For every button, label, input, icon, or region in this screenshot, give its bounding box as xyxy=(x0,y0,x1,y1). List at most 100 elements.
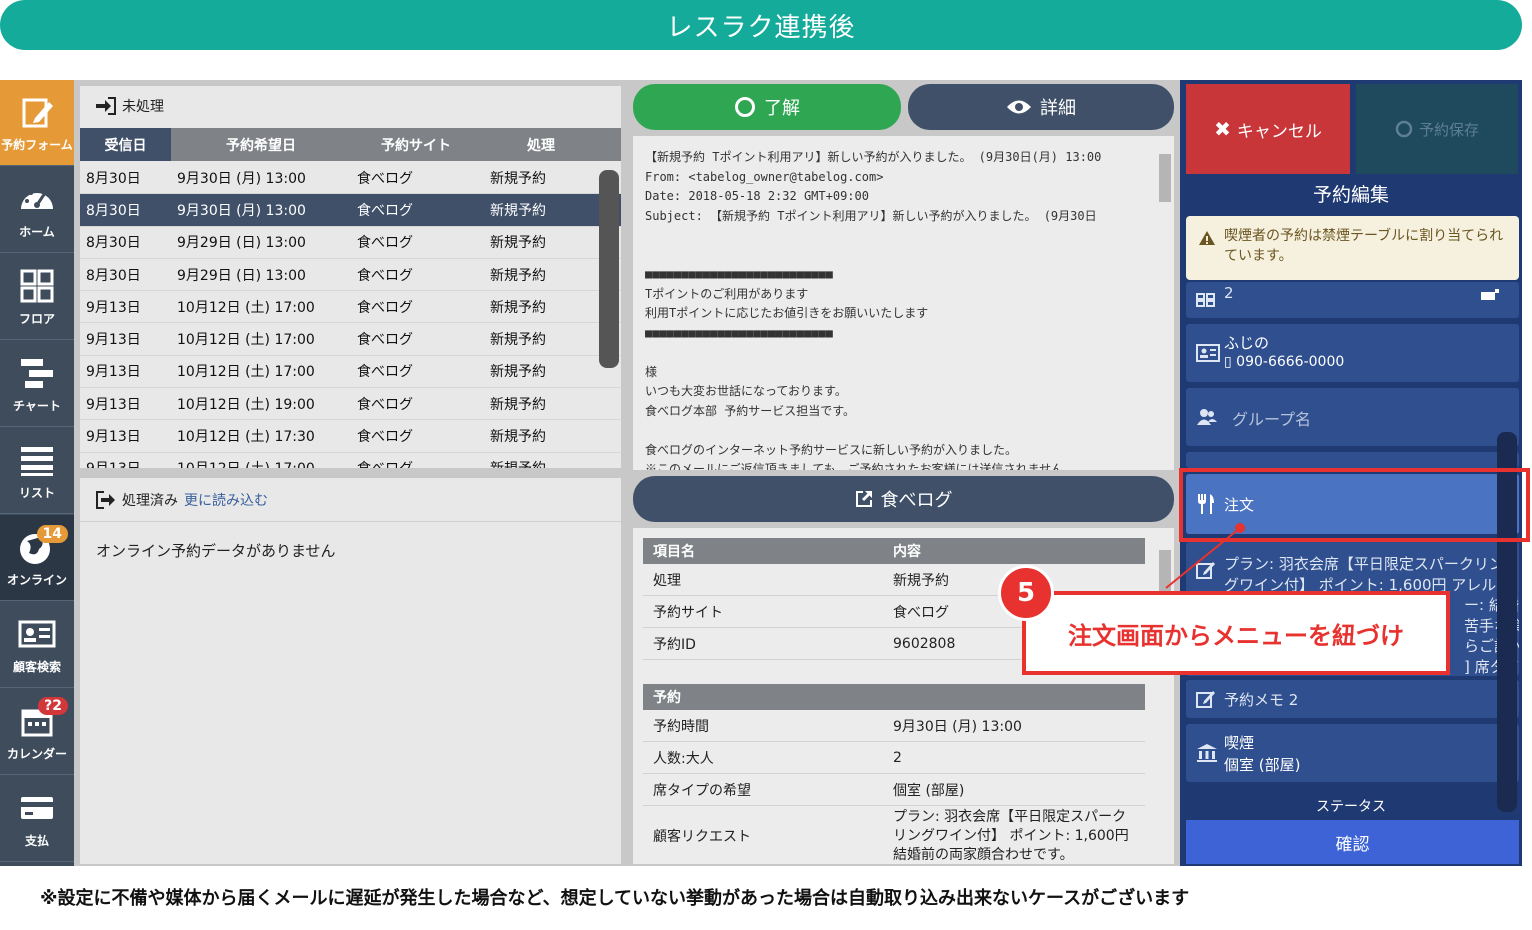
smoking-warning: 喫煙者の予約は禁煙テーブルに割り当てられています。 xyxy=(1186,216,1519,280)
unprocessed-rows: 8月30日 9月30日 (月) 13:00 食べログ 新規予約 8月30日 9月30日 … xyxy=(80,162,621,468)
info-row: 席タイプの希望 個室 (部屋) xyxy=(643,774,1145,806)
cancel-label: キャンセル xyxy=(1236,121,1322,142)
customer-card[interactable]: ふじの ▯ 090-6666-0000 xyxy=(1186,324,1519,382)
email-line: ■■■■■■■■■■■■■■■■■■■■■■■■■■ xyxy=(645,325,833,340)
group-name-field[interactable]: グループ名 xyxy=(1186,388,1519,446)
cell-desired: 10月12日 (土) 17:00 xyxy=(177,299,315,316)
detail-button[interactable]: 詳細 xyxy=(908,84,1174,130)
open-tabelog-button[interactable]: 食べログ xyxy=(633,476,1174,522)
col-desired-date[interactable]: 予約希望日 xyxy=(171,128,351,161)
reservation-section-header: 予約 xyxy=(643,684,1145,710)
table-row[interactable]: 8月30日 9月29日 (日) 13:00 食べログ 新規予約 xyxy=(80,259,621,292)
table-row[interactable]: 8月30日 9月30日 (月) 13:00 食べログ 新規予約 xyxy=(80,162,621,195)
table-assignment-card[interactable]: 2 xyxy=(1186,282,1519,318)
annotation-callout: 注文画面からメニューを紐づけ xyxy=(1022,591,1450,675)
users-icon xyxy=(1197,409,1217,425)
info-value: 個室 (部屋) xyxy=(893,782,965,799)
top-banner: レスラク連携後 xyxy=(0,0,1522,50)
load-more-link[interactable]: 更に読み込む xyxy=(184,490,268,510)
cell-received: 9月13日 xyxy=(80,458,171,468)
cell-site: 食べログ xyxy=(357,332,413,349)
cell-received: 8月30日 xyxy=(86,202,141,219)
id-card-icon xyxy=(18,620,56,648)
table-row[interactable]: 9月13日 10月12日 (土) 19:00 食べログ 新規予約 xyxy=(80,388,621,421)
nav-label: 支払 xyxy=(24,834,49,848)
info-row: 予約時間 9月30日 (月) 13:00 xyxy=(643,710,1145,742)
nav-item-reservation-form[interactable]: 予約フォーム xyxy=(0,80,74,166)
sign-out-icon xyxy=(96,490,115,509)
request-line: リングワイン付】 ポイント: 1,600円 xyxy=(893,827,1129,844)
warning-text: 喫煙者の予約は禁煙テーブルに割り当てられています。 xyxy=(1224,228,1504,264)
scroll-thumb[interactable] xyxy=(1159,154,1171,202)
nav-item-floor[interactable]: フロア xyxy=(0,254,74,340)
col-action[interactable]: 処理 xyxy=(481,128,601,161)
request-line: プラン: 羽衣会席【平日限定スパーク xyxy=(893,808,1127,825)
cell-site: 食べログ xyxy=(357,202,413,219)
confirm-status-button[interactable]: 確認 xyxy=(1186,820,1519,864)
table-number: 2 xyxy=(1224,284,1234,302)
nav-item-online[interactable]: オンライン 14 xyxy=(0,515,74,601)
table-row-selected[interactable]: 8月30日 9月30日 (月) 13:00 食べログ 新規予約 xyxy=(80,194,621,227)
cancel-button[interactable]: ✖ キャンセル xyxy=(1186,84,1350,174)
info-scrollbar[interactable] xyxy=(1156,528,1174,864)
nav-item-home[interactable]: ホーム xyxy=(0,167,74,253)
email-preview: 【新規予約 Tポイント利用アリ】新しい予約が入りました。 (9月30日(月) 1… xyxy=(633,136,1174,470)
col-site[interactable]: 予約サイト xyxy=(351,128,481,161)
table-row[interactable]: 9月13日10月12日 (土) 17:00食べログ新規予約 xyxy=(80,356,621,389)
cell-desired: 10月12日 (土) 17:00 xyxy=(171,458,351,468)
cell-received: 8月30日 xyxy=(86,170,141,187)
cell-received: 9月13日 xyxy=(86,396,141,413)
cell-site: 食べログ xyxy=(351,458,486,468)
table-row[interactable]: 9月13日 10月12日 (土) 17:30 食べログ 新規予約 xyxy=(80,420,621,453)
info-value: 2 xyxy=(893,749,902,766)
head-key: 項目名 xyxy=(653,544,695,560)
email-line: 【新規予約 Tポイント利用アリ】新しい予約が入りました。 (9月30日(月) 1… xyxy=(645,150,1102,164)
email-scrollbar[interactable] xyxy=(1156,136,1174,470)
chair-icon xyxy=(1481,289,1499,300)
cell-action: 新規予約 xyxy=(490,267,546,284)
customer-name: ふじの xyxy=(1224,334,1270,352)
sidebar-nav: 予約フォーム ホーム フロア チャート リスト オンライン 14 顧客検索 カレ… xyxy=(0,80,74,866)
cell-received: 8月30日 xyxy=(86,235,141,252)
cell-site: 食べログ xyxy=(357,170,413,187)
table-row[interactable]: 9月13日10月12日 (土) 17:00食べログ新規予約 xyxy=(80,291,621,324)
nav-item-list[interactable]: リスト xyxy=(0,428,74,514)
unprocessed-scrollbar[interactable] xyxy=(599,170,619,368)
cell-site: 食べログ xyxy=(357,299,413,316)
save-reservation-button[interactable]: 予約保存 xyxy=(1356,84,1518,174)
gantt-chart-icon xyxy=(21,359,53,388)
unprocessed-table-header: 受信日 予約希望日 予約サイト 処理 xyxy=(80,128,621,161)
table-row[interactable]: 8月30日 9月29日 (日) 13:00 食べログ 新規予約 xyxy=(80,227,621,259)
smoking-label: 喫煙 xyxy=(1224,734,1255,752)
table-row[interactable]: 9月13日10月12日 (土) 17:00食べログ新規予約 xyxy=(80,323,621,356)
col-received-date[interactable]: 受信日 xyxy=(80,128,171,161)
acknowledge-button[interactable]: 了解 xyxy=(633,84,901,130)
table-row[interactable]: 9月13日10月12日 (土) 17:00食べログ新規予約 xyxy=(80,453,621,468)
cell-desired: 9月30日 (月) 13:00 xyxy=(177,170,306,187)
table-grid-icon xyxy=(1196,293,1215,307)
edit-form-icon xyxy=(22,98,53,128)
info-row-request: 顧客リクエスト プラン: 羽衣会席【平日限定スパーク リングワイン付】 ポイント… xyxy=(643,806,1145,864)
cell-action: 新規予約 xyxy=(490,332,546,349)
email-line: いつも大変お世話になっております。 xyxy=(645,384,847,398)
university-icon xyxy=(1197,744,1217,762)
external-link-icon xyxy=(855,491,872,507)
eye-icon xyxy=(1007,100,1031,114)
memo2-field[interactable]: 予約メモ 2 xyxy=(1186,680,1519,718)
nav-label: 顧客検索 xyxy=(12,660,61,674)
mobile-phone-icon: ▯ xyxy=(1224,354,1232,370)
nav-item-payment[interactable]: 支払 xyxy=(0,776,74,862)
cell-desired: 10月12日 (土) 17:30 xyxy=(177,429,315,446)
circle-icon xyxy=(735,97,755,117)
seat-type-field[interactable]: 喫煙 個室 (部屋) xyxy=(1186,724,1519,782)
edit-icon xyxy=(1196,562,1215,579)
cell-site: 食べログ xyxy=(357,364,413,381)
step-number-badge: 5 xyxy=(998,565,1054,621)
nav-item-customer-search[interactable]: 顧客検索 xyxy=(0,602,74,688)
nav-item-chart[interactable]: チャート xyxy=(0,341,74,427)
nav-item-calendar[interactable]: カレンダー ?2 xyxy=(0,689,74,775)
banner-title: レスラク連携後 xyxy=(666,12,856,43)
info-table-header: 項目名 内容 xyxy=(643,538,1145,564)
cell-action: 新規予約 xyxy=(490,364,546,381)
info-value: 9月30日 (月) 13:00 xyxy=(893,718,1022,735)
